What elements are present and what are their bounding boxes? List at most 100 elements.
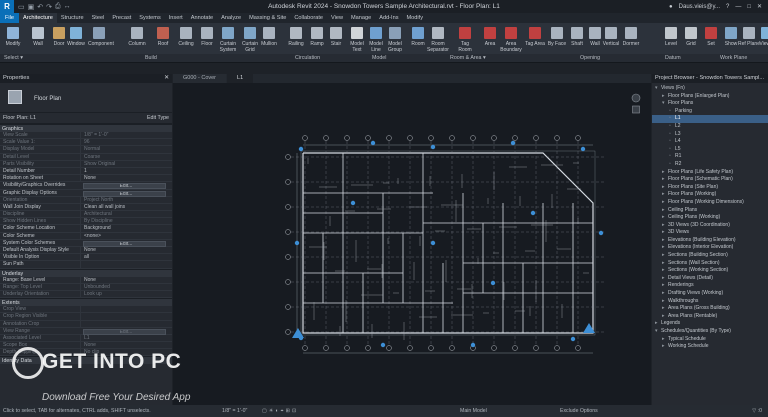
view-tab[interactable]: G000 - Cover [173, 74, 227, 83]
browser-item[interactable]: ▸ Ceiling Plans (Working) [652, 214, 768, 222]
property-row[interactable]: Detail Number 1 [0, 167, 172, 176]
property-row[interactable]: System Color Schemes Edit... [0, 240, 172, 247]
property-row[interactable]: Parts Visibility Show Original [0, 160, 172, 168]
property-value[interactable]: L1 [80, 334, 172, 342]
revit-logo[interactable]: R [0, 0, 14, 13]
browser-item[interactable]: ▸ Drafting Views (Working) [652, 290, 768, 298]
browser-item[interactable]: ▸ Sections (Building Section) [652, 252, 768, 260]
ribbon-button-roof[interactable]: Roof [152, 26, 174, 54]
browser-item[interactable]: ▸ Ceiling Plans [652, 207, 768, 215]
property-row[interactable]: Graphic Display Options Edit... [0, 190, 172, 197]
print-icon[interactable]: ⎙ [55, 3, 61, 11]
property-value[interactable]: Edit... [83, 190, 166, 197]
property-value[interactable]: 96 [80, 139, 172, 146]
browser-item[interactable]: ▫ L5 [652, 146, 768, 154]
tab-structure[interactable]: Structure [57, 13, 88, 23]
instance-selector[interactable]: Floor Plan: L1 Edit Type [0, 113, 172, 124]
ribbon-button-by-face[interactable]: By Face [546, 26, 568, 54]
ribbon-button-room[interactable]: Room [407, 26, 429, 54]
property-value[interactable]: None [80, 276, 172, 283]
tab-architecture[interactable]: Architecture [19, 13, 57, 23]
property-row[interactable]: Annotation Crop [0, 320, 172, 328]
ribbon-button-tag-room[interactable]: Tag Room [454, 26, 476, 54]
browser-item[interactable]: ▸ Floor Plans (Schematic Plan) [652, 176, 768, 184]
property-group-extents[interactable]: Extents [0, 298, 172, 307]
ribbon-button-vertical[interactable]: Vertical [600, 26, 622, 54]
property-row[interactable]: View Range Edit... [0, 328, 172, 335]
property-value[interactable]: Coarse [80, 153, 172, 160]
browser-item[interactable]: ▸ Renderings [652, 282, 768, 290]
help-icon[interactable]: ? [726, 4, 729, 10]
browser-item[interactable]: ▫ R2 [652, 161, 768, 169]
view-tab[interactable]: L1 [227, 74, 254, 83]
ribbon-button-dormer[interactable]: Dormer [620, 26, 642, 54]
property-row[interactable]: Associated Level L1 [0, 334, 172, 343]
ribbon-button-viewer[interactable]: Viewer [756, 26, 768, 54]
property-row[interactable]: Range: Base Level None [0, 276, 172, 284]
drawing-area[interactable] [173, 83, 651, 405]
browser-item[interactable]: ▫ L4 [652, 138, 768, 146]
floor-plan-drawing[interactable] [173, 83, 651, 405]
property-row[interactable]: Color Scheme <none> [0, 232, 172, 240]
ribbon-button-grid[interactable]: Grid [680, 26, 702, 54]
view-control-icons[interactable]: ▢☀◐⌖⊞⊡ [262, 405, 298, 417]
browser-item[interactable]: ▸ Floor Plans (Working) [652, 191, 768, 199]
property-value[interactable]: Clean all wall joins [80, 203, 172, 211]
browser-item[interactable]: ▸ Area Plans (Rentable) [652, 313, 768, 321]
property-row[interactable]: Visibility/Graphics Overrides Edit... [0, 182, 172, 190]
property-value[interactable]: By Discipline [80, 218, 172, 225]
tab-add-ins[interactable]: Add-Ins [375, 13, 402, 23]
ribbon-button-model-group[interactable]: Model Group [384, 26, 406, 54]
ribbon-button-set[interactable]: Set [700, 26, 722, 54]
undo-icon[interactable]: ↶ [37, 3, 43, 11]
property-value[interactable]: 1 [80, 167, 172, 175]
browser-item[interactable]: ▫ L2 [652, 123, 768, 131]
property-row[interactable]: Wall Join Display Clean all wall joins [0, 203, 172, 212]
ribbon-button-mullion[interactable]: Mullion [258, 26, 280, 54]
browser-item[interactable]: ▸ Typical Schedule [652, 336, 768, 344]
tab-systems[interactable]: Systems [135, 13, 164, 23]
instance-selector-value[interactable]: Floor Plan: L1 [3, 115, 36, 121]
property-value[interactable] [80, 320, 172, 327]
property-value[interactable]: Architectural [80, 211, 172, 218]
browser-item[interactable]: ▫ L3 [652, 131, 768, 139]
filter-icon[interactable]: ▽ :0 [752, 405, 762, 417]
browser-item[interactable]: ▸ Detail Views (Detail) [652, 275, 768, 283]
ribbon-button-ceiling[interactable]: Ceiling [175, 26, 197, 54]
property-row[interactable]: Show Hidden Lines By Discipline [0, 218, 172, 226]
property-value[interactable] [80, 313, 172, 320]
tab-file[interactable]: File [0, 13, 20, 23]
property-row[interactable]: Underlay Orientation Look up [0, 290, 172, 299]
ribbon-button-level[interactable]: Level [660, 26, 682, 54]
browser-item[interactable]: ▫ L1 [652, 115, 768, 123]
steering-wheel-icon[interactable] [631, 93, 641, 103]
property-value[interactable]: Normal [80, 146, 172, 153]
browser-item[interactable]: ▸ Floor Plans (Life Safety Plan) [652, 169, 768, 177]
ribbon-button-stair[interactable]: Stair [325, 26, 347, 54]
browser-item[interactable]: ▾ Floor Plans [652, 100, 768, 108]
browser-item[interactable]: ▸ Legends [652, 320, 768, 328]
measure-icon[interactable]: ↔ [64, 3, 71, 11]
browser-item[interactable]: ▸ Sections (Working Section) [652, 267, 768, 275]
browser-item[interactable]: ▸ Floor Plans (Working Dimensions) [652, 199, 768, 207]
property-group-underlay[interactable]: Underlay [0, 268, 172, 277]
ribbon-button-room-separator[interactable]: Room Separator [427, 26, 449, 54]
property-group-graphics[interactable]: Graphics [0, 124, 172, 132]
property-row[interactable]: Crop Region Visible [0, 313, 172, 321]
ribbon-button-floor[interactable]: Floor [196, 26, 218, 54]
property-value[interactable]: Show Original [80, 160, 172, 167]
property-value[interactable] [80, 306, 172, 313]
tab-massing-site[interactable]: Massing & Site [245, 13, 290, 23]
browser-item[interactable]: ▸ Walkthroughs [652, 298, 768, 306]
close-icon[interactable]: ✕ [164, 74, 169, 83]
browser-item[interactable]: ▸ Working Schedule [652, 343, 768, 351]
tab-analyze[interactable]: Analyze [217, 13, 245, 23]
property-row[interactable]: Default Analysis Display Style None [0, 247, 172, 255]
browser-item[interactable]: ▸ Elevations (Building Elevation) [652, 237, 768, 245]
property-value[interactable]: Project North [80, 196, 172, 203]
property-row[interactable]: Scale Value 1: 96 [0, 139, 172, 147]
property-value[interactable]: Edit... [83, 240, 166, 247]
navigation-bar[interactable] [631, 93, 641, 121]
property-row[interactable]: View Scale 1/8" = 1'-0" [0, 132, 172, 140]
property-row[interactable]: Color Scheme Location Background [0, 225, 172, 233]
